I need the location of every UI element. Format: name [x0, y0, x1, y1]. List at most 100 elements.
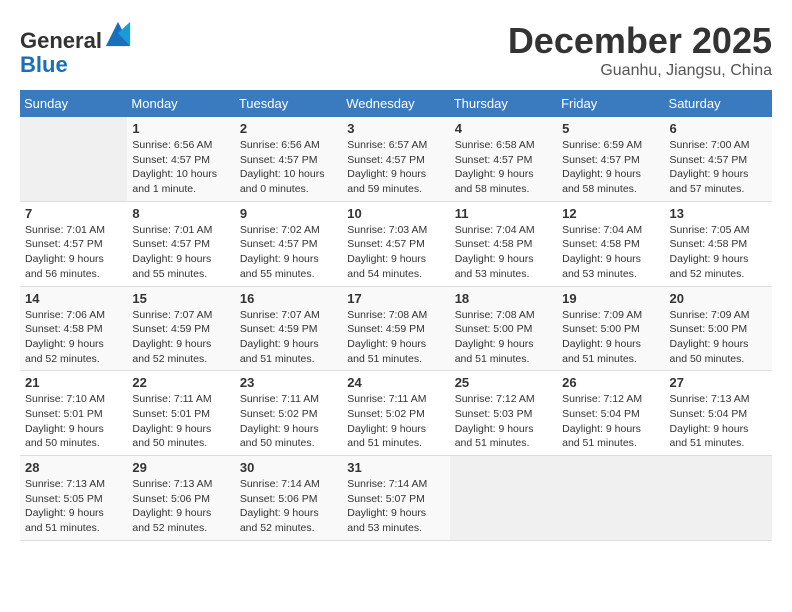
day-number: 28: [25, 460, 122, 475]
weekday-header: Thursday: [450, 90, 557, 117]
calendar-week-row: 28 Sunrise: 7:13 AMSunset: 5:05 PMDaylig…: [20, 456, 772, 541]
page-header: General Blue December 2025 Guanhu, Jiang…: [20, 20, 772, 80]
day-info: Sunrise: 7:11 AMSunset: 5:02 PMDaylight:…: [240, 392, 337, 451]
calendar-cell: 15 Sunrise: 7:07 AMSunset: 4:59 PMDaylig…: [127, 286, 234, 371]
logo-blue: Blue: [20, 52, 68, 77]
day-info: Sunrise: 7:11 AMSunset: 5:02 PMDaylight:…: [347, 392, 444, 451]
day-info: Sunrise: 7:13 AMSunset: 5:05 PMDaylight:…: [25, 477, 122, 536]
calendar-cell: 5 Sunrise: 6:59 AMSunset: 4:57 PMDayligh…: [557, 117, 664, 201]
day-info: Sunrise: 6:59 AMSunset: 4:57 PMDaylight:…: [562, 138, 659, 197]
day-info: Sunrise: 7:14 AMSunset: 5:07 PMDaylight:…: [347, 477, 444, 536]
day-info: Sunrise: 7:08 AMSunset: 5:00 PMDaylight:…: [455, 308, 552, 367]
day-info: Sunrise: 7:07 AMSunset: 4:59 PMDaylight:…: [240, 308, 337, 367]
calendar-cell: 29 Sunrise: 7:13 AMSunset: 5:06 PMDaylig…: [127, 456, 234, 541]
calendar-cell: 3 Sunrise: 6:57 AMSunset: 4:57 PMDayligh…: [342, 117, 449, 201]
day-number: 16: [240, 291, 337, 306]
calendar-week-row: 14 Sunrise: 7:06 AMSunset: 4:58 PMDaylig…: [20, 286, 772, 371]
calendar-cell: 9 Sunrise: 7:02 AMSunset: 4:57 PMDayligh…: [235, 201, 342, 286]
day-number: 8: [132, 206, 229, 221]
day-number: 11: [455, 206, 552, 221]
day-number: 31: [347, 460, 444, 475]
weekday-header-row: SundayMondayTuesdayWednesdayThursdayFrid…: [20, 90, 772, 117]
day-number: 21: [25, 375, 122, 390]
calendar-cell: 18 Sunrise: 7:08 AMSunset: 5:00 PMDaylig…: [450, 286, 557, 371]
day-info: Sunrise: 7:11 AMSunset: 5:01 PMDaylight:…: [132, 392, 229, 451]
calendar-cell: [557, 456, 664, 541]
calendar-cell: 11 Sunrise: 7:04 AMSunset: 4:58 PMDaylig…: [450, 201, 557, 286]
day-info: Sunrise: 7:14 AMSunset: 5:06 PMDaylight:…: [240, 477, 337, 536]
calendar-cell: 13 Sunrise: 7:05 AMSunset: 4:58 PMDaylig…: [665, 201, 772, 286]
weekday-header: Tuesday: [235, 90, 342, 117]
day-info: Sunrise: 7:07 AMSunset: 4:59 PMDaylight:…: [132, 308, 229, 367]
calendar-cell: 19 Sunrise: 7:09 AMSunset: 5:00 PMDaylig…: [557, 286, 664, 371]
day-number: 9: [240, 206, 337, 221]
day-info: Sunrise: 6:57 AMSunset: 4:57 PMDaylight:…: [347, 138, 444, 197]
calendar-cell: 27 Sunrise: 7:13 AMSunset: 5:04 PMDaylig…: [665, 371, 772, 456]
day-info: Sunrise: 7:03 AMSunset: 4:57 PMDaylight:…: [347, 223, 444, 282]
calendar-cell: 31 Sunrise: 7:14 AMSunset: 5:07 PMDaylig…: [342, 456, 449, 541]
weekday-header: Friday: [557, 90, 664, 117]
day-number: 29: [132, 460, 229, 475]
calendar-cell: 10 Sunrise: 7:03 AMSunset: 4:57 PMDaylig…: [342, 201, 449, 286]
day-number: 13: [670, 206, 767, 221]
calendar-cell: 21 Sunrise: 7:10 AMSunset: 5:01 PMDaylig…: [20, 371, 127, 456]
calendar-cell: 30 Sunrise: 7:14 AMSunset: 5:06 PMDaylig…: [235, 456, 342, 541]
calendar-cell: 14 Sunrise: 7:06 AMSunset: 4:58 PMDaylig…: [20, 286, 127, 371]
day-number: 18: [455, 291, 552, 306]
day-info: Sunrise: 7:00 AMSunset: 4:57 PMDaylight:…: [670, 138, 767, 197]
day-number: 12: [562, 206, 659, 221]
calendar-cell: 1 Sunrise: 6:56 AMSunset: 4:57 PMDayligh…: [127, 117, 234, 201]
weekday-header: Monday: [127, 90, 234, 117]
day-number: 2: [240, 121, 337, 136]
calendar-cell: [450, 456, 557, 541]
day-number: 27: [670, 375, 767, 390]
day-info: Sunrise: 7:04 AMSunset: 4:58 PMDaylight:…: [455, 223, 552, 282]
day-number: 3: [347, 121, 444, 136]
day-info: Sunrise: 7:01 AMSunset: 4:57 PMDaylight:…: [132, 223, 229, 282]
day-number: 7: [25, 206, 122, 221]
weekday-header: Saturday: [665, 90, 772, 117]
day-info: Sunrise: 7:09 AMSunset: 5:00 PMDaylight:…: [562, 308, 659, 367]
calendar-cell: 6 Sunrise: 7:00 AMSunset: 4:57 PMDayligh…: [665, 117, 772, 201]
calendar-table: SundayMondayTuesdayWednesdayThursdayFrid…: [20, 90, 772, 541]
day-info: Sunrise: 7:09 AMSunset: 5:00 PMDaylight:…: [670, 308, 767, 367]
calendar-cell: 7 Sunrise: 7:01 AMSunset: 4:57 PMDayligh…: [20, 201, 127, 286]
day-number: 14: [25, 291, 122, 306]
day-number: 23: [240, 375, 337, 390]
calendar-cell: 12 Sunrise: 7:04 AMSunset: 4:58 PMDaylig…: [557, 201, 664, 286]
location: Guanhu, Jiangsu, China: [508, 62, 772, 80]
calendar-cell: 4 Sunrise: 6:58 AMSunset: 4:57 PMDayligh…: [450, 117, 557, 201]
day-info: Sunrise: 6:58 AMSunset: 4:57 PMDaylight:…: [455, 138, 552, 197]
day-number: 4: [455, 121, 552, 136]
calendar-cell: 23 Sunrise: 7:11 AMSunset: 5:02 PMDaylig…: [235, 371, 342, 456]
day-number: 10: [347, 206, 444, 221]
day-number: 5: [562, 121, 659, 136]
logo-general: General: [20, 28, 102, 53]
day-info: Sunrise: 7:12 AMSunset: 5:04 PMDaylight:…: [562, 392, 659, 451]
calendar-week-row: 7 Sunrise: 7:01 AMSunset: 4:57 PMDayligh…: [20, 201, 772, 286]
day-info: Sunrise: 6:56 AMSunset: 4:57 PMDaylight:…: [132, 138, 229, 197]
day-number: 30: [240, 460, 337, 475]
day-info: Sunrise: 7:12 AMSunset: 5:03 PMDaylight:…: [455, 392, 552, 451]
day-info: Sunrise: 6:56 AMSunset: 4:57 PMDaylight:…: [240, 138, 337, 197]
day-number: 17: [347, 291, 444, 306]
calendar-cell: 2 Sunrise: 6:56 AMSunset: 4:57 PMDayligh…: [235, 117, 342, 201]
calendar-cell: [665, 456, 772, 541]
calendar-week-row: 1 Sunrise: 6:56 AMSunset: 4:57 PMDayligh…: [20, 117, 772, 201]
day-info: Sunrise: 7:08 AMSunset: 4:59 PMDaylight:…: [347, 308, 444, 367]
calendar-cell: 22 Sunrise: 7:11 AMSunset: 5:01 PMDaylig…: [127, 371, 234, 456]
day-info: Sunrise: 7:13 AMSunset: 5:04 PMDaylight:…: [670, 392, 767, 451]
title-block: December 2025 Guanhu, Jiangsu, China: [508, 20, 772, 80]
logo-icon: [104, 20, 132, 48]
day-info: Sunrise: 7:01 AMSunset: 4:57 PMDaylight:…: [25, 223, 122, 282]
day-number: 24: [347, 375, 444, 390]
day-info: Sunrise: 7:05 AMSunset: 4:58 PMDaylight:…: [670, 223, 767, 282]
day-info: Sunrise: 7:10 AMSunset: 5:01 PMDaylight:…: [25, 392, 122, 451]
calendar-cell: 17 Sunrise: 7:08 AMSunset: 4:59 PMDaylig…: [342, 286, 449, 371]
weekday-header: Sunday: [20, 90, 127, 117]
day-number: 26: [562, 375, 659, 390]
logo: General Blue: [20, 20, 132, 77]
day-number: 1: [132, 121, 229, 136]
logo-text: General Blue: [20, 20, 132, 77]
month-title: December 2025: [508, 20, 772, 62]
